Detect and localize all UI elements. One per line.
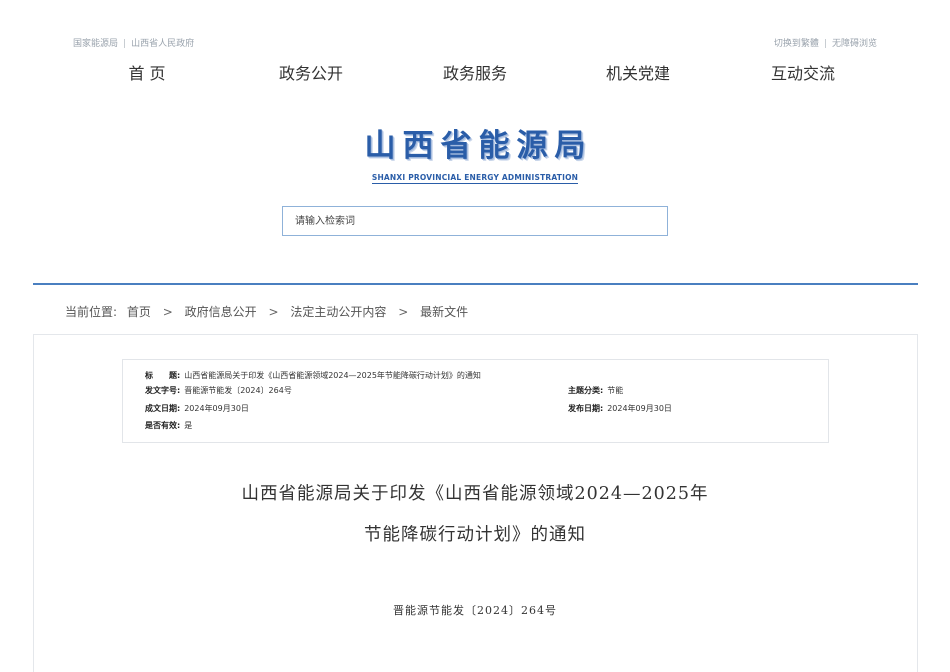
meta-doc-no-label: 发文字号: xyxy=(145,386,181,395)
link-accessibility[interactable]: 无障碍浏览 xyxy=(832,39,877,49)
document-title-line-2: 节能降碳行动计划》的通知 xyxy=(364,525,586,545)
search-input[interactable] xyxy=(283,207,667,235)
breadcrumb-item-gov-info[interactable]: 政府信息公开 xyxy=(185,305,257,319)
nav-item-government-affairs[interactable]: 政务公开 xyxy=(241,60,381,84)
meta-published-value: 2024年09月30日 xyxy=(607,404,672,413)
meta-topic-row: 主题分类: 节能 xyxy=(568,385,623,397)
breadcrumb-separator: > xyxy=(162,305,173,319)
logo-english-name: SHANXI PROVINCIAL ENERGY ADMINISTRATION xyxy=(371,173,579,184)
meta-created-value: 2024年09月30日 xyxy=(184,404,249,413)
top-utility-bar: 国家能源局 | 山西省人民政府 切换到繁體 | 无障碍浏览 xyxy=(0,36,950,50)
meta-valid-label: 是否有效: xyxy=(145,421,181,430)
nav-item-party-building[interactable]: 机关党建 xyxy=(568,60,708,84)
main-nav: 首 页 政务公开 政务服务 机关党建 互动交流 xyxy=(0,60,950,84)
breadcrumb-item-home[interactable]: 首页 xyxy=(127,305,151,319)
meta-created-label: 成文日期: xyxy=(145,404,181,413)
document-title-line-1: 山西省能源局关于印发《山西省能源领域2024—2025年 xyxy=(241,484,709,504)
link-nea[interactable]: 国家能源局 xyxy=(73,39,118,49)
nav-item-government-services[interactable]: 政务服务 xyxy=(405,60,545,84)
document-meta-box: 标 题: 山西省能源局关于印发《山西省能源领域2024—2025年节能降碳行动计划… xyxy=(122,359,829,443)
breadcrumb-separator: > xyxy=(398,305,409,319)
meta-doc-no-row: 发文字号: 晋能源节能发〔2024〕264号 xyxy=(145,385,292,397)
breadcrumb-separator: > xyxy=(268,305,279,319)
meta-valid-value: 是 xyxy=(184,421,193,430)
top-links-left: 国家能源局 | 山西省人民政府 xyxy=(73,36,194,49)
meta-topic-value: 节能 xyxy=(607,386,624,395)
meta-title-row: 标 题: 山西省能源局关于印发《山西省能源领域2024—2025年节能降碳行动计划… xyxy=(145,370,481,382)
logo-chinese-name: 山西省能源局 xyxy=(364,128,593,164)
breadcrumb-item-statutory-content[interactable]: 法定主动公开内容 xyxy=(290,305,386,319)
link-traditional-chinese[interactable]: 切换到繁體 xyxy=(774,39,819,49)
meta-doc-no-value: 晋能源节能发〔2024〕264号 xyxy=(184,386,292,395)
meta-published-label: 发布日期: xyxy=(568,404,604,413)
breadcrumb: 当前位置: 首页 > 政府信息公开 > 法定主动公开内容 > 最新文件 xyxy=(65,303,468,320)
separator: | xyxy=(823,39,827,49)
separator: | xyxy=(123,39,127,49)
page: 国家能源局 | 山西省人民政府 切换到繁體 | 无障碍浏览 首 页 政务公开 政务服务 … xyxy=(0,0,950,672)
meta-title-label: 标 题: xyxy=(145,371,181,380)
nav-item-interaction[interactable]: 互动交流 xyxy=(733,60,873,84)
meta-published-row: 发布日期: 2024年09月30日 xyxy=(568,403,672,415)
nav-item-home[interactable]: 首 页 xyxy=(77,60,217,84)
breadcrumb-item-latest-docs[interactable]: 最新文件 xyxy=(420,305,468,319)
top-links-right: 切换到繁體 | 无障碍浏览 xyxy=(774,36,877,49)
search-box xyxy=(282,206,668,236)
header-divider xyxy=(33,283,918,285)
document-number: 晋能源节能发〔2024〕264号 xyxy=(393,604,557,617)
meta-title-value: 山西省能源局关于印发《山西省能源领域2024—2025年节能降碳行动计划》的通知 xyxy=(184,371,481,380)
breadcrumb-prefix: 当前位置: xyxy=(65,305,118,319)
meta-created-row: 成文日期: 2024年09月30日 xyxy=(145,403,249,415)
link-shanxi-gov[interactable]: 山西省人民政府 xyxy=(131,39,194,49)
meta-valid-row: 是否有效: 是 xyxy=(145,420,192,432)
site-logo[interactable]: 山西省能源局 SHANXI PROVINCIAL ENERGY ADMINIST… xyxy=(350,127,600,184)
meta-topic-label: 主题分类: xyxy=(568,386,604,395)
